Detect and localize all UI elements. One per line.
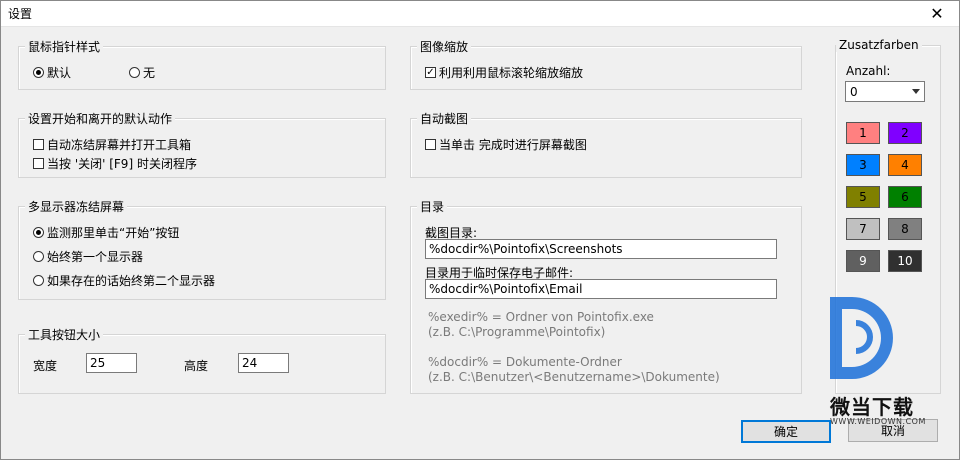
radio-monitor-second[interactable]: 如果存在的话始终第二个显示器 bbox=[33, 272, 215, 288]
count-label: Anzahl: bbox=[846, 64, 891, 78]
color-swatch-2[interactable]: 2 bbox=[888, 122, 922, 144]
color-swatch-9[interactable]: 9 bbox=[846, 250, 880, 272]
height-label: 高度 bbox=[184, 359, 209, 373]
window-title: 设置 bbox=[8, 7, 33, 21]
radio-pointer-default[interactable]: 默认 bbox=[33, 64, 71, 80]
multi-monitor-legend: 多显示器冻结屏幕 bbox=[25, 198, 128, 215]
width-label: 宽度 bbox=[33, 359, 58, 373]
checkbox-wheel-zoom[interactable]: ✓ 利用利用鼠标滚轮缩放缩放 bbox=[425, 64, 583, 80]
radio-pointer-none[interactable]: 无 bbox=[129, 64, 155, 80]
color-swatch-4[interactable]: 4 bbox=[888, 154, 922, 176]
radio-icon bbox=[33, 66, 44, 78]
checkbox-auto-freeze[interactable]: 自动冻结屏幕并打开工具箱 bbox=[33, 136, 191, 152]
color-swatch-3[interactable]: 3 bbox=[846, 154, 880, 176]
radio-icon bbox=[33, 250, 44, 262]
checkbox-capture-on-finish[interactable]: 当单击 完成时进行屏幕截图 bbox=[425, 136, 587, 152]
height-input[interactable]: 24 bbox=[238, 353, 289, 373]
screenshot-dir-input[interactable]: %docdir%\Pointofix\Screenshots bbox=[425, 239, 777, 259]
radio-icon bbox=[33, 274, 44, 286]
watermark-url: WWW.WEIDOWN.COM bbox=[830, 417, 926, 426]
radio-icon bbox=[33, 226, 44, 238]
watermark: 微当下载 WWW.WEIDOWN.COM bbox=[826, 293, 925, 443]
color-swatch-7[interactable]: 7 bbox=[846, 218, 880, 240]
width-input[interactable]: 25 bbox=[86, 353, 137, 373]
checkbox-label: 当按 '关闭' [F9] 时关闭程序 bbox=[47, 156, 197, 171]
hint-docdir: %docdir% = Dokumente-Ordner bbox=[428, 355, 622, 369]
checkbox-icon bbox=[33, 138, 44, 150]
radio-monitor-click[interactable]: 监测那里单击“开始”按钮 bbox=[33, 224, 179, 240]
count-value: 0 bbox=[850, 84, 858, 99]
check-mark-icon: ✓ bbox=[425, 66, 436, 78]
radio-monitor-first[interactable]: 始终第一个显示器 bbox=[33, 248, 143, 264]
checkbox-icon bbox=[33, 157, 44, 169]
hint-exedir: %exedir% = Ordner von Pointofix.exe bbox=[428, 310, 654, 324]
radio-label: 始终第一个显示器 bbox=[47, 249, 144, 264]
checkbox-close-on-f9[interactable]: 当按 '关闭' [F9] 时关闭程序 bbox=[33, 155, 197, 171]
chevron-down-icon bbox=[912, 89, 920, 94]
email-dir-input[interactable]: %docdir%\Pointofix\Email bbox=[425, 279, 777, 299]
checkbox-label: 利用利用鼠标滚轮缩放缩放 bbox=[439, 65, 584, 80]
ok-button[interactable]: 确定 bbox=[741, 420, 831, 443]
image-zoom-legend: 图像缩放 bbox=[417, 38, 472, 55]
checkbox-icon bbox=[425, 138, 436, 150]
directory-legend: 目录 bbox=[417, 198, 448, 215]
radio-label: 无 bbox=[143, 65, 156, 80]
radio-label: 如果存在的话始终第二个显示器 bbox=[47, 273, 216, 288]
toolbar-size-legend: 工具按钮大小 bbox=[25, 326, 104, 343]
start-exit-legend: 设置开始和离开的默认动作 bbox=[25, 110, 176, 127]
auto-capture-legend: 自动截图 bbox=[417, 110, 472, 127]
color-swatch-1[interactable]: 1 bbox=[846, 122, 880, 144]
radio-icon bbox=[129, 66, 140, 78]
checkbox-label: 自动冻结屏幕并打开工具箱 bbox=[47, 137, 192, 152]
color-swatch-6[interactable]: 6 bbox=[888, 186, 922, 208]
extra-colors-legend: Zusatzfarben bbox=[836, 38, 922, 52]
pointer-style-legend: 鼠标指针样式 bbox=[25, 38, 104, 55]
radio-label: 默认 bbox=[47, 65, 72, 80]
checkbox-label: 当单击 完成时进行屏幕截图 bbox=[439, 137, 587, 152]
close-icon[interactable]: ✕ bbox=[914, 0, 960, 26]
radio-label: 监测那里单击“开始”按钮 bbox=[47, 225, 180, 240]
count-select[interactable]: 0 bbox=[845, 81, 925, 102]
hint-docdir-example: (z.B. C:\Benutzer\<Benutzername>\Dokumen… bbox=[428, 370, 720, 384]
color-swatch-10[interactable]: 10 bbox=[888, 250, 922, 272]
color-swatch-5[interactable]: 5 bbox=[846, 186, 880, 208]
color-swatch-8[interactable]: 8 bbox=[888, 218, 922, 240]
watermark-brand: 微当下载 bbox=[830, 395, 914, 419]
hint-exedir-example: (z.B. C:\Programme\Pointofix) bbox=[428, 325, 606, 339]
title-bar: 设置 ✕ bbox=[0, 0, 960, 27]
pointer-style-group: 鼠标指针样式 bbox=[18, 38, 386, 90]
